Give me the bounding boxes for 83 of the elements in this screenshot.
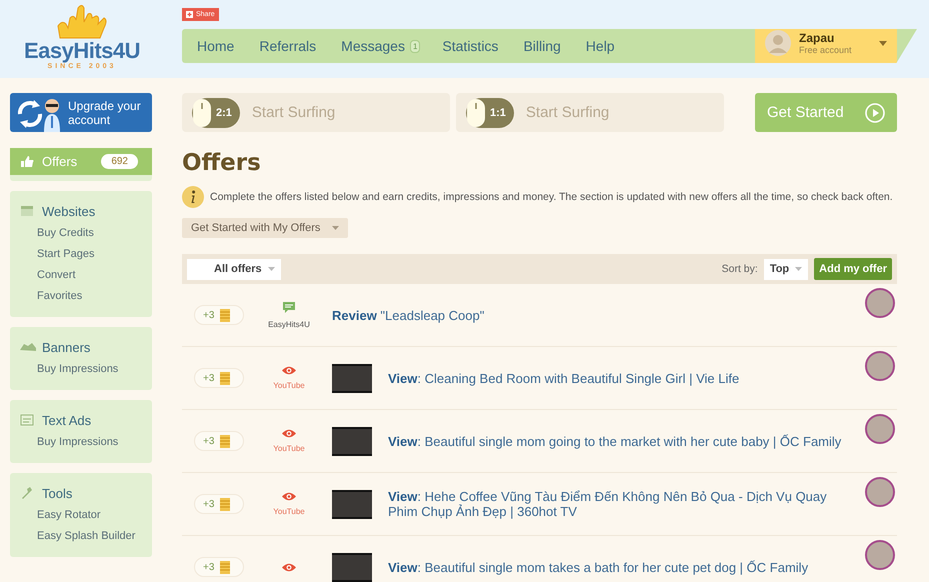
- video-thumbnail: [332, 364, 372, 392]
- video-thumbnail: [332, 426, 372, 456]
- window-icon: [20, 204, 36, 218]
- source-label: YouTube: [273, 507, 305, 516]
- coin-stack-icon: [220, 308, 230, 322]
- chat-icon: [283, 302, 295, 314]
- start-surfing-button[interactable]: 2:1 Start Surfing: [182, 93, 450, 132]
- sidebar-link[interactable]: Easy Rotator: [10, 505, 152, 526]
- banner-icon: [20, 340, 36, 354]
- sidebar-section-link[interactable]: Text Ads: [10, 408, 152, 432]
- video-thumbnail: [332, 552, 372, 582]
- sidebar-section-link[interactable]: Banners: [10, 335, 152, 359]
- upgrade-button[interactable]: Upgrade your account: [10, 93, 152, 132]
- user-name: Zapau: [799, 31, 836, 45]
- offer-link[interactable]: View: Cleaning Bed Room with Beautiful Single Girl | Vie Life: [388, 370, 857, 386]
- sidebar-link[interactable]: Buy Credits: [10, 223, 152, 244]
- sort-dropdown[interactable]: Top: [764, 258, 808, 280]
- source-label: YouTube: [273, 381, 305, 390]
- nav-link[interactable]: Home: [197, 38, 234, 54]
- avatar: [865, 288, 895, 318]
- sidebar-section-link[interactable]: Tools: [10, 481, 152, 505]
- play-icon: [865, 102, 885, 122]
- ratio-toggle: 2:1: [192, 98, 240, 128]
- avatar: [865, 414, 895, 444]
- logo-wordmark: EasyHits4U: [24, 40, 140, 62]
- sidebar-link[interactable]: Easy Splash Builder: [10, 526, 152, 547]
- avatar: [865, 540, 895, 570]
- credits-pill: +3: [194, 368, 244, 388]
- source-label: EasyHits4U: [268, 320, 310, 328]
- offer-filter-dropdown[interactable]: All offers: [187, 258, 281, 280]
- offer-link[interactable]: View: Hehe Coffee Vũng Tàu Điểm Đến Không Nên Bỏ Qua - Dịch Vụ Quay Phim Chụp Ảnh Đẹp | 360hot TV: [388, 489, 857, 519]
- my-offers-dropdown[interactable]: Get Started with My Offers: [182, 218, 348, 238]
- nav-link[interactable]: Statistics: [442, 38, 498, 54]
- caret-icon: [879, 40, 887, 46]
- thumbs-up-icon: [20, 154, 36, 168]
- sidebar-link[interactable]: Buy Impressions: [10, 432, 152, 453]
- eye-icon: [282, 429, 296, 438]
- page-title: Offers: [182, 150, 262, 176]
- offer-link[interactable]: View: Beautiful single mom takes a bath for her cute pet dog | ỐC Family: [388, 560, 857, 574]
- document-icon: [20, 413, 36, 427]
- eye-icon: [282, 562, 296, 572]
- nav-link[interactable]: Referrals: [259, 38, 316, 54]
- start-surfing-button[interactable]: 1:1 Start Surfing: [456, 93, 724, 132]
- credits-pill: +3: [194, 305, 244, 325]
- source-label: YouTube: [273, 444, 305, 453]
- coin-stack-icon: [220, 498, 230, 510]
- sidebar-link[interactable]: Favorites: [10, 286, 152, 307]
- offer-link[interactable]: Review "Leadsleap Coop": [332, 308, 857, 322]
- avatar: [865, 351, 895, 381]
- sidebar-link[interactable]: Start Pages: [10, 244, 152, 265]
- offer-count-badge: 692: [101, 154, 138, 169]
- account-type: Free account: [799, 45, 853, 55]
- add-offer-button[interactable]: Add my offer: [814, 258, 892, 280]
- user-avatar-icon: [765, 30, 791, 56]
- eye-icon: [282, 366, 296, 375]
- intro-text: Complete the offers listed below and earn credits, impressions and money. The section is updated with new offers all the time, so check back often.: [210, 191, 893, 203]
- coin-stack-icon: [220, 372, 230, 384]
- coin-stack-icon: [220, 434, 230, 448]
- message-count-badge: 1: [410, 40, 420, 52]
- sidebar-link[interactable]: Convert: [10, 265, 152, 286]
- nav-link[interactable]: Help: [586, 38, 615, 54]
- sidebar-section-link[interactable]: Offers 692: [10, 148, 152, 175]
- info-icon: [182, 186, 204, 208]
- avatar: [865, 477, 895, 507]
- sidebar-link[interactable]: Buy Impressions: [10, 359, 152, 380]
- nav-link[interactable]: Billing: [523, 38, 561, 54]
- plus-icon: [186, 11, 193, 18]
- credits-pill: +3: [194, 431, 244, 451]
- ratio-toggle: 1:1: [466, 98, 514, 128]
- nav-link[interactable]: Messages: [341, 38, 405, 54]
- video-thumbnail: [332, 490, 372, 518]
- caret-icon: [795, 267, 802, 271]
- sidebar-section-link[interactable]: Websites: [10, 199, 152, 223]
- coin-stack-icon: [220, 560, 230, 574]
- mouse-icon: [466, 98, 486, 128]
- offer-link[interactable]: View: Beautiful single mom going to the market with her cute baby | ỐC Family: [388, 434, 857, 448]
- credits-pill: +3: [194, 494, 244, 514]
- credits-pill: +3: [194, 557, 244, 577]
- caret-icon: [332, 226, 340, 230]
- mouse-icon: [192, 98, 212, 128]
- caret-icon: [268, 267, 275, 271]
- eye-icon: [282, 492, 296, 501]
- sort-label: Sort by:: [722, 263, 758, 275]
